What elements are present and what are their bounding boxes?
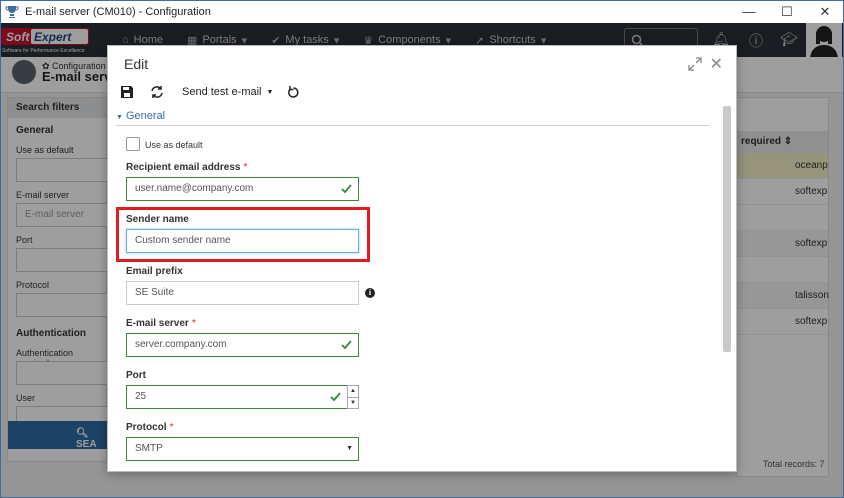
port-input[interactable]: 25 [126, 385, 348, 409]
protocol-label: Protocol * [126, 422, 174, 433]
protocol-select[interactable]: SMTP ▼ [126, 437, 359, 461]
valid-check-icon [341, 340, 352, 350]
step-up-icon[interactable]: ▲ [348, 386, 358, 397]
window-title: E-mail server (CM010) - Configuration [25, 5, 211, 18]
valid-check-icon [341, 184, 352, 194]
caret-down-icon: ▼ [116, 114, 123, 121]
dialog-scrollbar[interactable] [723, 106, 731, 352]
reload-icon[interactable] [282, 81, 304, 103]
port-stepper[interactable]: ▲ ▼ [347, 385, 359, 409]
maximize-button[interactable]: ☐ [768, 0, 806, 23]
recipient-email-input[interactable]: user.name@company.com [126, 177, 359, 201]
use-as-default-label: Use as default [145, 140, 203, 150]
sender-name-highlight [116, 207, 370, 262]
email-server-input[interactable]: server.company.com [126, 333, 359, 357]
close-dialog-icon[interactable]: ✕ [710, 54, 723, 74]
minimize-button[interactable]: — [730, 0, 768, 23]
use-as-default-checkbox[interactable] [126, 137, 140, 151]
dialog-body: ▼ General Use as default Recipient email … [116, 106, 732, 466]
title-bar: E-mail server (CM010) - Configuration — … [0, 0, 844, 23]
dialog-toolbar: Send test e-mail ▼ [108, 79, 736, 105]
email-prefix-label: Email prefix [126, 266, 183, 277]
section-general[interactable]: ▼ General [116, 110, 709, 126]
save-icon[interactable] [116, 81, 138, 103]
send-test-email-button[interactable]: Send test e-mail ▼ [182, 81, 273, 103]
save-and-refresh-icon[interactable] [146, 81, 168, 103]
caret-down-icon: ▼ [346, 445, 353, 452]
port-label: Port [126, 370, 146, 381]
caret-down-icon: ▼ [266, 88, 274, 96]
step-down-icon[interactable]: ▼ [348, 397, 358, 408]
email-server-label: E-mail server * [126, 318, 196, 329]
recipient-label: Recipient email address * [126, 162, 248, 173]
expand-icon[interactable] [688, 57, 702, 71]
valid-check-icon [330, 392, 341, 402]
trophy-app-icon [5, 5, 19, 18]
email-prefix-input[interactable]: SE Suite [126, 281, 359, 305]
info-icon[interactable]: i [365, 288, 375, 298]
dialog-title: Edit [124, 56, 149, 72]
